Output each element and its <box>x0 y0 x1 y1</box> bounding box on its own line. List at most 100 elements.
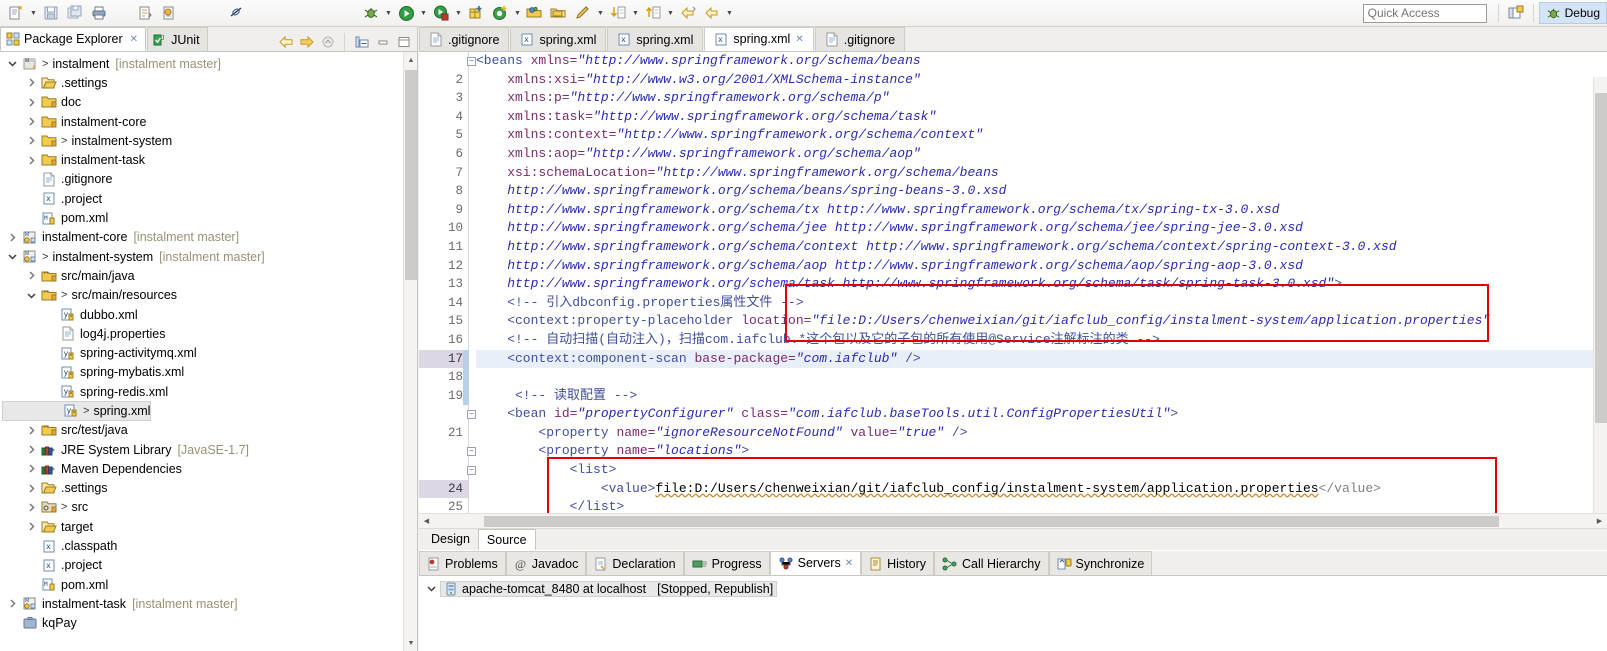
scrollbar-thumb[interactable] <box>1595 93 1607 423</box>
tree-item-src[interactable]: > src <box>0 498 417 517</box>
bottom-tab-javadoc[interactable]: @ Javadoc <box>505 551 587 575</box>
run-coverage-icon[interactable] <box>430 2 452 24</box>
dropdown-arrow-icon[interactable]: ▼ <box>383 2 394 24</box>
tree-item--settings[interactable]: .settings <box>0 479 417 498</box>
debug-icon[interactable] <box>360 2 382 24</box>
perspective-debug-button[interactable]: Debug <box>1538 2 1607 24</box>
fold-toggle-icon[interactable]: − <box>467 466 476 476</box>
code-line[interactable]: <!-- 读取配置 --> <box>476 387 1607 406</box>
chevron-right-icon[interactable] <box>23 132 40 149</box>
tree-item-dubbo-xml[interactable]: y dubbo.xml <box>0 305 417 324</box>
chevron-right-icon[interactable] <box>23 480 40 497</box>
chevron-right-icon[interactable] <box>23 441 40 458</box>
chevron-down-icon[interactable] <box>4 55 21 72</box>
tree-item-instalment-system[interactable]: M > instalment-system [instalment master] <box>0 247 417 266</box>
editor-tab-1[interactable]: x spring.xml <box>510 27 607 51</box>
tree-item-doc[interactable]: doc <box>0 93 417 112</box>
dropdown-arrow-icon[interactable]: ▼ <box>724 2 735 24</box>
tree-item--gitignore[interactable]: .gitignore <box>0 170 417 189</box>
chevron-right-icon[interactable] <box>23 422 40 439</box>
code-line[interactable]: <property name="ignoreResourceNotFound" … <box>476 424 1607 443</box>
scroll-down-icon[interactable]: ▼ <box>404 635 418 651</box>
previous-annotation-icon[interactable] <box>607 2 629 24</box>
open-resource-icon[interactable] <box>548 2 570 24</box>
tree-item--project[interactable]: x .project <box>0 189 417 208</box>
dropdown-arrow-icon[interactable]: ▼ <box>28 2 39 24</box>
editor-vertical-scrollbar[interactable] <box>1593 77 1607 528</box>
fold-toggle-icon[interactable]: − <box>467 410 476 420</box>
bottom-tab-synchronize[interactable]: Synchronize <box>1048 551 1153 575</box>
code-line[interactable]: <context:component-scan base-package="co… <box>476 349 1607 369</box>
chevron-right-icon[interactable] <box>4 595 21 612</box>
tree-item-instalment-task[interactable]: Minstalment-task [instalment master] <box>0 594 417 613</box>
code-line[interactable]: xmlns:p="http://www.springframework.org/… <box>476 89 1607 108</box>
dropdown-arrow-icon[interactable]: ▼ <box>595 2 606 24</box>
code-line[interactable]: http://www.springframework.org/schema/ao… <box>476 257 1607 276</box>
scrollbar-thumb[interactable] <box>405 70 417 280</box>
chevron-down-icon[interactable] <box>4 248 21 265</box>
minimize-icon[interactable] <box>373 32 392 51</box>
code-line[interactable]: xmlns:aop="http://www.springframework.or… <box>476 145 1607 164</box>
next-annotation-icon[interactable] <box>642 2 664 24</box>
fold-toggle-icon[interactable]: − <box>467 447 476 457</box>
editor-tab-2[interactable]: x spring.xml <box>607 27 704 51</box>
open-type-icon[interactable] <box>524 2 546 24</box>
scrollbar-thumb[interactable] <box>484 515 1499 527</box>
code-line[interactable]: <value>file:D:/Users/chenweixian/git/iaf… <box>476 480 1607 499</box>
bottom-tab-declaration[interactable]: Declaration <box>586 551 684 575</box>
chevron-right-icon[interactable] <box>23 152 40 169</box>
server-row[interactable]: apache-tomcat_8480 at localhost [Stopped,… <box>419 579 1607 598</box>
code-line[interactable]: xmlns:task="http://www.springframework.o… <box>476 108 1607 127</box>
close-icon[interactable]: ✕ <box>845 558 853 569</box>
code-line[interactable]: xmlns:xsi="http://www.w3.org/2001/XMLSch… <box>476 71 1607 90</box>
new-wizard-icon[interactable] <box>5 2 27 24</box>
import-icon[interactable] <box>158 2 180 24</box>
tab-junit[interactable]: J JUnit <box>147 27 208 51</box>
tree-item--settings[interactable]: .settings <box>0 73 417 92</box>
close-icon[interactable]: ✕ <box>795 34 803 45</box>
bottom-tab-servers[interactable]: Servers ✕ <box>769 551 862 575</box>
tree-item-spring-activitymq-xml[interactable]: y spring-activitymq.xml <box>0 343 417 362</box>
code-line[interactable]: <property name="locations"> <box>476 442 1607 461</box>
chevron-right-icon[interactable] <box>23 74 40 91</box>
chevron-right-icon[interactable] <box>23 267 40 284</box>
tree-item-spring-redis-xml[interactable]: y spring-redis.xml <box>0 382 417 401</box>
chevron-right-icon[interactable] <box>23 94 40 111</box>
bottom-tab-call-hierarchy[interactable]: Call Hierarchy <box>934 551 1049 575</box>
run-icon[interactable] <box>395 2 417 24</box>
code-line[interactable]: http://www.springframework.org/schema/be… <box>476 182 1607 201</box>
code-line[interactable]: http://www.springframework.org/schema/je… <box>476 219 1607 238</box>
code-line[interactable]: <list> <box>476 461 1607 480</box>
chevron-right-icon[interactable] <box>23 518 40 535</box>
chevron-right-icon[interactable] <box>23 113 40 130</box>
tree-item-spring-mybatis-xml[interactable]: y spring-mybatis.xml <box>0 363 417 382</box>
maximize-icon[interactable] <box>394 32 413 51</box>
tab-design[interactable]: Design <box>423 529 478 550</box>
print-icon[interactable] <box>88 2 110 24</box>
tree-item-spring-xml[interactable]: y > spring.xml <box>2 401 152 421</box>
tab-source[interactable]: Source <box>477 529 536 550</box>
project-tree[interactable]: M > instalment [instalment master] .settings… <box>0 52 417 651</box>
dropdown-arrow-icon[interactable]: ▼ <box>453 2 464 24</box>
code-content[interactable]: <beans xmlns="http://www.springframework… <box>476 52 1607 528</box>
tree-item-instalment-system[interactable]: > instalment-system <box>0 131 417 150</box>
source-editor[interactable]: −2345678910111213141516171819−21−−242526… <box>419 52 1607 528</box>
tree-item--project[interactable]: x .project <box>0 556 417 575</box>
open-perspective-icon[interactable] <box>1505 2 1527 24</box>
new-type-icon[interactable] <box>489 2 511 24</box>
quick-access-input[interactable] <box>1362 3 1487 23</box>
tree-item-instalment-core[interactable]: Minstalment-core [instalment master] <box>0 228 417 247</box>
forward-history-icon[interactable] <box>701 2 723 24</box>
code-line[interactable]: http://www.springframework.org/schema/tx… <box>476 201 1607 220</box>
editor-tab-0[interactable]: .gitignore <box>419 27 510 51</box>
tree-item-maven-dependencies[interactable]: Maven Dependencies <box>0 459 417 478</box>
back-arrow-icon[interactable] <box>276 32 295 51</box>
code-line[interactable]: <!-- 自动扫描(自动注入)，扫描com.iafclub.*这个包以及它的子包… <box>476 331 1607 350</box>
tree-item-instalment-task[interactable]: instalment-task <box>0 150 417 169</box>
tree-item-instalment-core[interactable]: instalment-core <box>0 112 417 131</box>
code-line[interactable]: <!-- 引入dbconfig.properties属性文件 --> <box>476 294 1607 313</box>
tree-item-instalment[interactable]: M > instalment [instalment master] <box>0 54 417 73</box>
pencil-icon[interactable] <box>572 2 594 24</box>
scrollbar-track[interactable] <box>434 515 1592 528</box>
bottom-tab-history[interactable]: History <box>861 551 934 575</box>
